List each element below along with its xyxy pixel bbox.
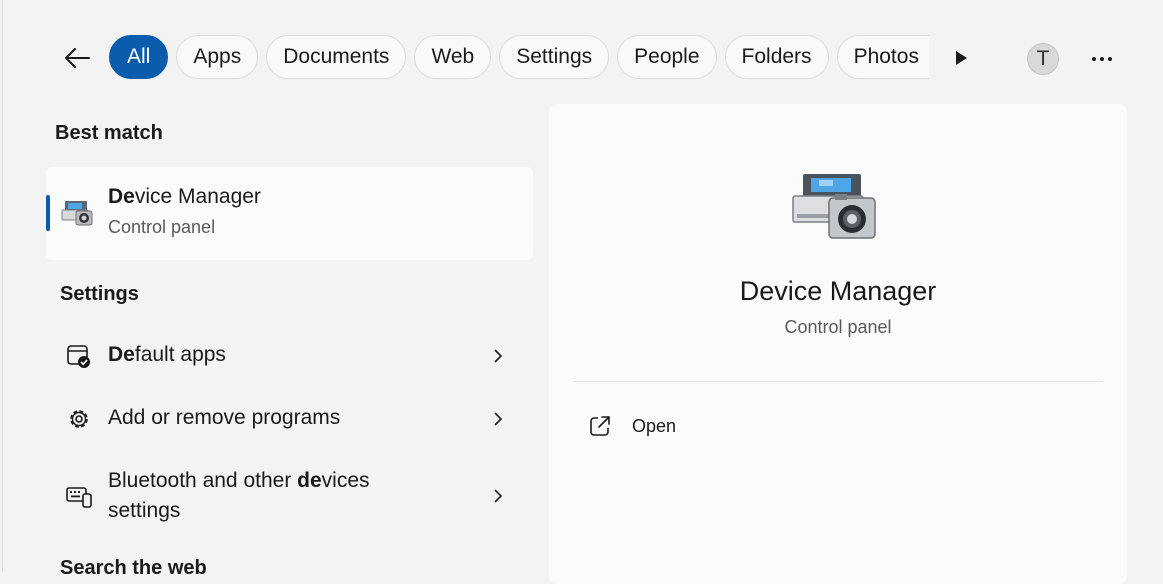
best-match-header: Best match bbox=[55, 122, 163, 144]
tab-apps[interactable]: Apps bbox=[176, 35, 259, 79]
label-remainder: fault apps bbox=[134, 343, 226, 366]
label-remainder: vices bbox=[321, 469, 370, 492]
chevron-right-icon bbox=[494, 489, 503, 503]
best-match-subtitle: Control panel bbox=[108, 217, 216, 237]
best-match-title: Device Manager bbox=[108, 185, 261, 209]
match-highlight: De bbox=[108, 185, 135, 208]
settings-item-label-line2: settings bbox=[108, 499, 181, 522]
detail-title: Device Manager bbox=[739, 276, 937, 306]
more-options-button[interactable] bbox=[1085, 44, 1119, 74]
tab-web[interactable]: Web bbox=[414, 35, 492, 79]
filter-tabs: All Apps Documents Web Settings People F… bbox=[109, 35, 929, 79]
divider bbox=[573, 381, 1103, 382]
search-web-header: Search the web bbox=[60, 557, 207, 579]
play-arrow-icon bbox=[956, 51, 967, 65]
best-match-result[interactable]: Device Manager Control panel bbox=[46, 167, 533, 260]
settings-item-add-remove-programs[interactable]: Add or remove programs bbox=[46, 403, 533, 435]
back-arrow-icon bbox=[65, 48, 90, 68]
gear-icon bbox=[70, 410, 88, 428]
settings-header: Settings bbox=[60, 283, 139, 305]
back-button[interactable] bbox=[59, 40, 95, 76]
title-remainder: vice Manager bbox=[134, 185, 261, 208]
avatar[interactable]: T bbox=[1027, 43, 1059, 75]
tab-settings[interactable]: Settings bbox=[499, 35, 610, 79]
tab-people[interactable]: People bbox=[617, 35, 717, 79]
settings-item-label: Add or remove programs bbox=[108, 406, 341, 429]
settings-item-default-apps[interactable]: Default apps bbox=[46, 340, 533, 372]
tab-folders[interactable]: Folders bbox=[724, 35, 829, 79]
match-highlight: de bbox=[297, 469, 322, 492]
chevron-right-icon bbox=[494, 349, 503, 363]
detail-pane: Device Manager Control panel Open bbox=[549, 104, 1127, 584]
open-label: Open bbox=[632, 416, 677, 436]
label-prefix: Bluetooth and other bbox=[108, 469, 298, 492]
settings-item-label: Bluetooth and other devices bbox=[108, 466, 370, 496]
default-apps-icon bbox=[67, 345, 90, 368]
open-action[interactable]: Open bbox=[579, 407, 879, 447]
search-window: All Apps Documents Web Settings People F… bbox=[2, 0, 1163, 584]
settings-item-bluetooth-devices[interactable]: Bluetooth and other devices settings bbox=[46, 466, 533, 528]
settings-item-label: Default apps bbox=[108, 340, 226, 370]
devices-icon bbox=[66, 487, 92, 508]
selection-indicator bbox=[46, 195, 50, 231]
open-external-icon bbox=[590, 416, 610, 436]
detail-subtitle: Control panel bbox=[784, 317, 892, 337]
tab-photos[interactable]: Photos bbox=[836, 35, 929, 79]
device-manager-icon bbox=[792, 174, 876, 239]
match-highlight: De bbox=[108, 343, 135, 366]
device-manager-icon bbox=[61, 201, 93, 226]
tab-all[interactable]: All bbox=[109, 35, 169, 79]
ellipsis-icon bbox=[1092, 57, 1112, 61]
more-filters-button[interactable] bbox=[947, 44, 975, 72]
chevron-right-icon bbox=[494, 412, 503, 426]
tab-documents[interactable]: Documents bbox=[266, 35, 407, 79]
